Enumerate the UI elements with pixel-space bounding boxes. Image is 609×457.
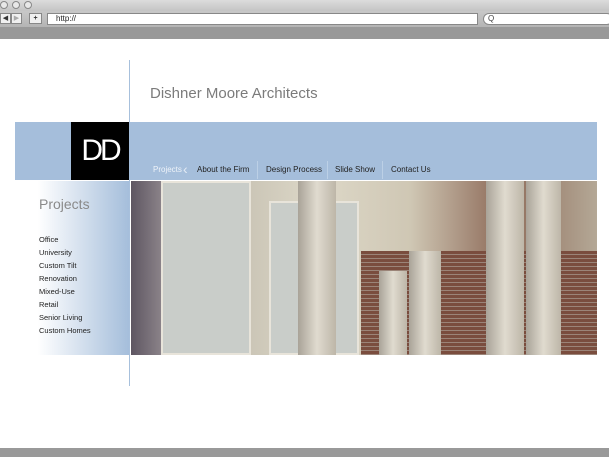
sidebar-item-retail[interactable]: Retail (39, 300, 58, 309)
minimize-window-button[interactable] (12, 1, 20, 9)
photo-column (298, 181, 336, 355)
photo-column (409, 251, 441, 355)
sidebar-item-mixed-use[interactable]: Mixed-Use (39, 287, 75, 296)
nav-chevron-icon: ‹ (183, 161, 188, 177)
photo-column (486, 181, 524, 355)
nav-separator (382, 161, 383, 179)
sidebar-title: Projects (39, 196, 90, 212)
sidebar-item-custom-homes[interactable]: Custom Homes (39, 326, 91, 335)
nav-contact[interactable]: Contact Us (391, 161, 431, 179)
window-titlebar (0, 0, 609, 11)
site-title: Dishner Moore Architects (150, 85, 318, 102)
hero-photo (131, 181, 597, 355)
browser-statusbar (0, 448, 609, 457)
photo-column (379, 271, 407, 355)
sidebar-item-university[interactable]: University (39, 248, 72, 257)
photo-column (131, 181, 161, 355)
back-button[interactable]: ◀ (0, 13, 11, 24)
zoom-window-button[interactable] (24, 1, 32, 9)
photo-window (161, 181, 251, 355)
address-bar[interactable]: http:// (47, 13, 478, 25)
add-bookmark-button[interactable]: + (29, 13, 42, 24)
photo-column (526, 181, 561, 355)
projects-sidebar: Projects Office University Custom Tilt R… (15, 181, 129, 355)
sidebar-item-custom-tilt[interactable]: Custom Tilt (39, 261, 77, 270)
search-field[interactable]: Q (483, 13, 609, 25)
search-icon: Q (488, 14, 495, 23)
sidebar-item-office[interactable]: Office (39, 235, 58, 244)
divider-line (129, 60, 130, 386)
nav-projects[interactable]: Projects (153, 161, 182, 179)
nav-design-process[interactable]: Design Process (266, 161, 322, 179)
sidebar-item-senior-living[interactable]: Senior Living (39, 313, 82, 322)
nav-slide-show[interactable]: Slide Show (335, 161, 375, 179)
close-window-button[interactable] (0, 1, 8, 9)
sidebar-item-renovation[interactable]: Renovation (39, 274, 77, 283)
nav-about[interactable]: About the Firm (197, 161, 249, 179)
forward-button[interactable]: ▶ (11, 13, 22, 24)
nav-separator (257, 161, 258, 179)
nav-separator (327, 161, 328, 179)
logo[interactable]: DD (71, 122, 129, 180)
browser-toolbar-bottom (0, 27, 609, 39)
